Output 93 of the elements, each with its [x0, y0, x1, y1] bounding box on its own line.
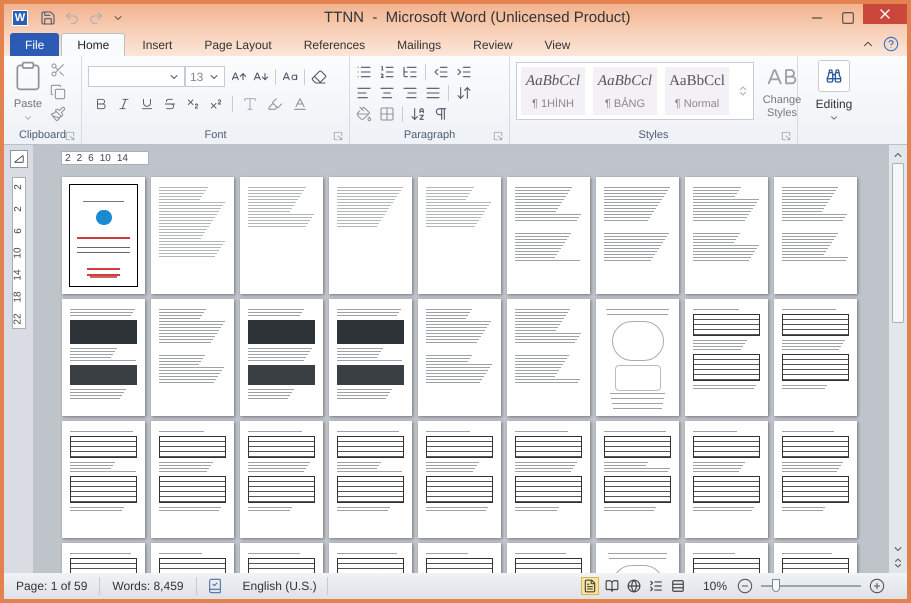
zoom-slider-thumb[interactable]: [772, 579, 780, 592]
vertical-ruler: 2 2 6 10 14 18 22: [12, 177, 26, 329]
justify-icon[interactable]: [425, 85, 441, 101]
page-thumbnail[interactable]: [151, 299, 234, 416]
align-center-icon[interactable]: [379, 85, 395, 101]
page-thumbnail[interactable]: [151, 177, 234, 294]
page-thumbnail[interactable]: [596, 421, 679, 538]
ribbon-tab[interactable]: Mailings: [382, 33, 456, 56]
group-label: Paragraph: [404, 128, 456, 144]
underline-icon[interactable]: [140, 97, 154, 111]
ribbon-tab[interactable]: Page Layout: [189, 33, 287, 56]
zoom-percent-text[interactable]: 10%: [702, 577, 727, 595]
page-thumbnail[interactable]: [774, 177, 857, 294]
file-tab[interactable]: File: [10, 33, 60, 56]
page-thumbnail[interactable]: [240, 299, 323, 416]
tab-selector-button[interactable]: [10, 150, 28, 168]
sort-icon[interactable]: [410, 106, 426, 122]
page-thumbnail[interactable]: [507, 421, 590, 538]
superscript-icon[interactable]: [209, 97, 223, 111]
increase-indent-icon[interactable]: [456, 64, 472, 80]
style-item[interactable]: AaBbCcl ¶ 1HÌNH: [521, 67, 585, 115]
highlight-icon[interactable]: [267, 96, 283, 112]
page-thumbnail[interactable]: [596, 299, 679, 416]
font-name-field[interactable]: [88, 66, 185, 87]
vertical-scrollbar[interactable]: [889, 145, 907, 573]
shading-icon[interactable]: [356, 106, 372, 122]
page-thumbnail[interactable]: [507, 299, 590, 416]
group-label: Styles: [638, 128, 668, 144]
page-thumbnail[interactable]: [596, 177, 679, 294]
language-text[interactable]: English (U.S.): [232, 577, 328, 595]
page-thumbnail[interactable]: [418, 177, 501, 294]
ribbon-tab[interactable]: View: [530, 33, 586, 56]
align-right-icon[interactable]: [402, 85, 418, 101]
ribbon-tab[interactable]: Home: [61, 33, 126, 56]
editing-button[interactable]: Editing: [806, 60, 862, 123]
scroll-thumb[interactable]: [892, 163, 904, 323]
subscript-icon[interactable]: [186, 97, 200, 111]
save-icon[interactable]: [40, 10, 56, 26]
align-left-icon[interactable]: [356, 85, 372, 101]
page-thumbnail[interactable]: [685, 177, 768, 294]
page-count-text[interactable]: Page: 1 of 59: [4, 577, 100, 595]
ribbon-tab[interactable]: Review: [458, 33, 528, 56]
clear-formatting-icon[interactable]: [311, 68, 327, 84]
window-title: TTNN - Microsoft Word (Unlicensed Product): [324, 8, 630, 28]
font-color-icon[interactable]: [292, 96, 308, 112]
proofing-icon[interactable]: [206, 578, 223, 594]
page-thumbnail[interactable]: [240, 421, 323, 538]
zoom-in-icon[interactable]: [869, 578, 885, 594]
bold-icon[interactable]: [94, 97, 108, 111]
format-painter-icon[interactable]: [50, 106, 66, 122]
copy-icon[interactable]: [50, 84, 66, 100]
page-thumbnail[interactable]: [685, 299, 768, 416]
style-item[interactable]: AaBbCcl ¶ Normal: [665, 67, 729, 115]
help-icon[interactable]: [883, 36, 899, 52]
page-thumbnail[interactable]: [685, 421, 768, 538]
page-thumbnail[interactable]: [62, 177, 145, 294]
borders-icon[interactable]: [379, 106, 395, 122]
ribbon-tab[interactable]: References: [288, 33, 380, 56]
italic-icon[interactable]: [117, 97, 131, 111]
app-logo: W: [12, 10, 28, 26]
line-spacing-icon[interactable]: [456, 85, 472, 101]
page-thumbnail[interactable]: [418, 421, 501, 538]
binoculars-icon[interactable]: [826, 68, 842, 84]
paste-button[interactable]: Paste: [10, 60, 46, 122]
page-thumbnail[interactable]: [240, 177, 323, 294]
strikethrough-icon[interactable]: [163, 97, 177, 111]
page-thumbnail[interactable]: [62, 299, 145, 416]
page-thumbnail[interactable]: [329, 299, 412, 416]
word-count-text[interactable]: Words: 8,459: [100, 577, 197, 595]
close-button[interactable]: [863, 4, 907, 24]
group-label: Font: [204, 128, 226, 144]
group-label: Clipboard: [18, 128, 66, 144]
page-thumbnail[interactable]: [507, 177, 590, 294]
maximize-icon[interactable]: [841, 11, 855, 25]
font-size-field[interactable]: 13: [185, 66, 225, 87]
page-thumbnail[interactable]: [329, 177, 412, 294]
cut-icon[interactable]: [50, 62, 66, 78]
page-thumbnail[interactable]: [774, 421, 857, 538]
decrease-indent-icon[interactable]: [433, 64, 449, 80]
multilevel-list-icon[interactable]: [402, 64, 418, 80]
style-item[interactable]: AaBbCcl ¶ BẢNG: [593, 67, 657, 115]
page-thumbnail[interactable]: [62, 421, 145, 538]
horizontal-ruler: 2 2 6 10 14: [61, 151, 149, 165]
page-thumbnail[interactable]: [151, 421, 234, 538]
change-styles-button[interactable]: Change Styles: [758, 62, 806, 120]
page-thumbnail[interactable]: [329, 421, 412, 538]
page-thumbnail[interactable]: [774, 299, 857, 416]
ribbon-tab[interactable]: Insert: [127, 33, 188, 56]
zoom-out-icon[interactable]: [737, 578, 753, 594]
show-formatting-icon[interactable]: [433, 106, 449, 122]
zoom-slider[interactable]: [761, 579, 861, 593]
page-thumbnail[interactable]: [418, 299, 501, 416]
numbering-icon[interactable]: [379, 64, 395, 80]
